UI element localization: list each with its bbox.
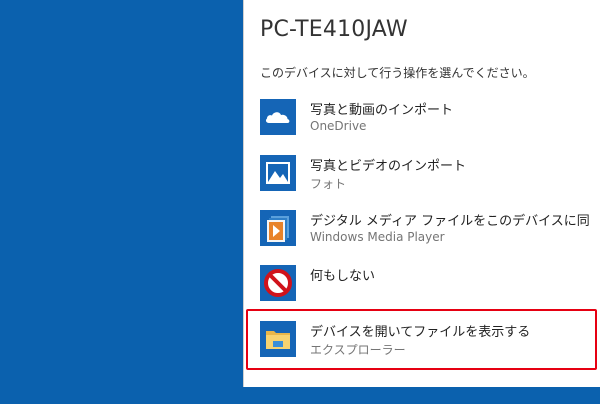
option-app-name: OneDrive	[310, 119, 367, 133]
option-import-onedrive[interactable]: 写真と動画のインポート OneDrive	[260, 96, 590, 144]
option-open-in-explorer[interactable]: デバイスを開いてファイルを表示する エクスプローラー	[260, 318, 590, 366]
action-prompt: このデバイスに対して行う操作を選んでください。	[260, 66, 535, 80]
option-sync-media-player[interactable]: デジタル メディア ファイルをこのデバイスに同期さ... Windows Med…	[260, 207, 590, 255]
photos-icon	[260, 155, 296, 191]
option-app-name: Windows Media Player	[310, 230, 445, 244]
option-app-name: エクスプローラー	[310, 343, 406, 357]
device-title: PC-TE410JAW	[260, 17, 408, 42]
option-app-name: フォト	[310, 177, 347, 191]
option-label: 写真とビデオのインポート	[310, 159, 467, 174]
desktop-background	[0, 0, 243, 404]
option-label: デバイスを開いてファイルを表示する	[310, 325, 531, 340]
option-label: 何もしない	[310, 269, 376, 284]
option-import-photos-app[interactable]: 写真とビデオのインポート フォト	[260, 152, 590, 200]
onedrive-cloud-icon	[260, 99, 296, 135]
no-entry-icon	[260, 265, 296, 301]
autoplay-panel: PC-TE410JAW このデバイスに対して行う操作を選んでください。 写真と動…	[243, 0, 600, 387]
option-label: 写真と動画のインポート	[310, 103, 454, 118]
option-take-no-action[interactable]: 何もしない	[260, 262, 590, 310]
option-label: デジタル メディア ファイルをこのデバイスに同期さ...	[310, 214, 590, 229]
folder-icon	[260, 321, 296, 357]
media-player-icon	[260, 210, 296, 246]
desktop-background-strip	[243, 387, 600, 404]
